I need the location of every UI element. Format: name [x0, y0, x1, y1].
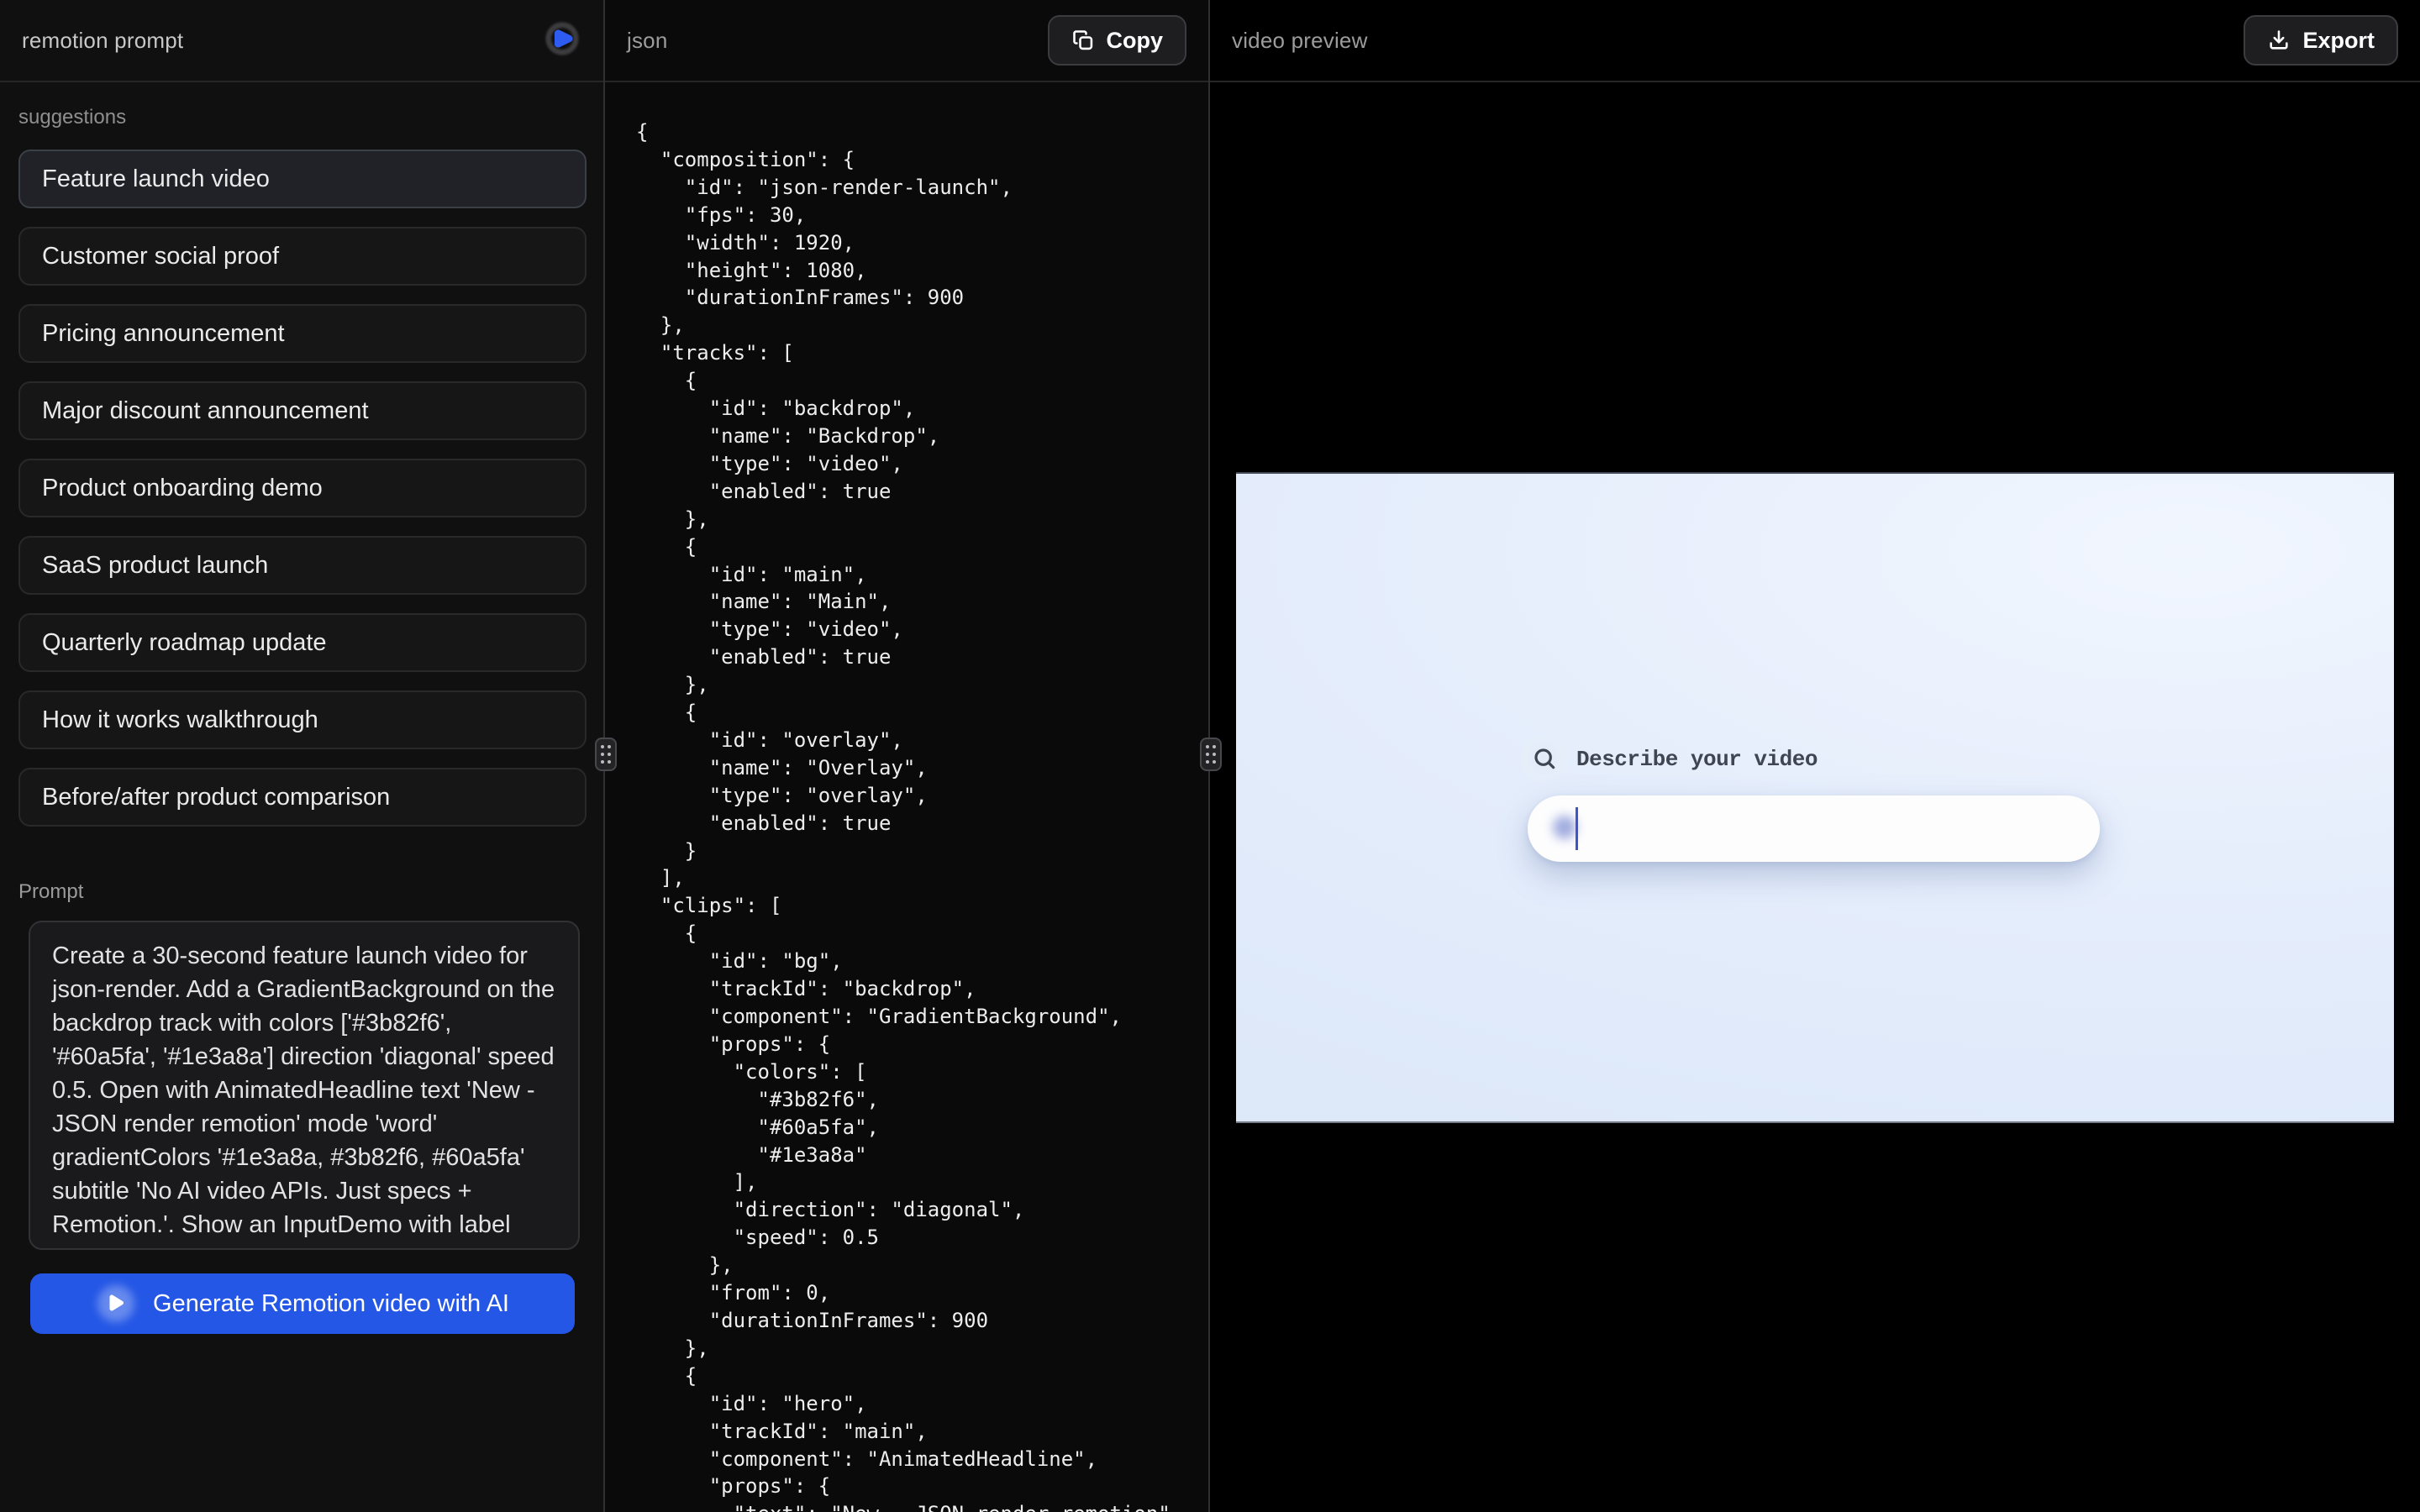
suggestion-item[interactable]: Product onboarding demo	[18, 459, 587, 517]
video-preview-panel: video preview Export	[1210, 0, 2420, 1512]
download-icon	[2267, 29, 2291, 52]
prompt-panel-title: remotion prompt	[22, 28, 183, 54]
export-button-label: Export	[2302, 28, 2375, 54]
grip-icon	[1206, 745, 1209, 748]
suggestions-list: Feature launch video Customer social proo…	[18, 150, 585, 827]
panel-resize-handle-right[interactable]	[1200, 738, 1222, 771]
prompt-label: Prompt	[18, 880, 585, 904]
video-preview-header: video preview Export	[1210, 0, 2420, 82]
panel-resize-handle-left[interactable]	[595, 738, 617, 771]
remotion-logo-icon	[543, 19, 581, 62]
suggestion-item[interactable]: Before/after product comparison	[18, 768, 587, 827]
copy-button-label: Copy	[1107, 28, 1164, 54]
json-code: { "composition": { "id": "json-render-la…	[605, 82, 1208, 1512]
copy-button[interactable]: Copy	[1048, 15, 1187, 66]
suggestion-item[interactable]: Pricing announcement	[18, 304, 587, 363]
video-frame: Describe your video	[1236, 472, 2394, 1123]
copy-icon	[1071, 29, 1095, 52]
prompt-input[interactable]: Create a 30-second feature launch video …	[29, 921, 580, 1250]
export-button[interactable]: Export	[2244, 15, 2398, 66]
play-icon	[96, 1284, 136, 1324]
prompt-panel-header: remotion prompt	[0, 0, 603, 82]
json-panel: json Copy { "composition": { "id": "json…	[605, 0, 1210, 1512]
video-preview-title: video preview	[1232, 28, 1368, 54]
app-window: remotion prompt suggestions Feature laun…	[0, 0, 2420, 1512]
video-input-label: Describe your video	[1576, 743, 1818, 776]
suggestion-item[interactable]: Major discount announcement	[18, 381, 587, 440]
video-input-pill	[1528, 795, 2100, 862]
json-panel-title: json	[627, 28, 668, 54]
search-icon	[1521, 735, 1568, 782]
generate-button[interactable]: Generate Remotion video with AI	[30, 1273, 575, 1334]
prompt-panel-body: suggestions Feature launch video Customer…	[0, 106, 603, 1334]
generate-button-label: Generate Remotion video with AI	[153, 1290, 509, 1318]
video-stage: Describe your video	[1210, 82, 2420, 1512]
suggestion-item[interactable]: Customer social proof	[18, 227, 587, 286]
suggestion-item[interactable]: SaaS product launch	[18, 536, 587, 595]
grip-icon	[601, 745, 604, 748]
suggestion-item[interactable]: How it works walkthrough	[18, 690, 587, 749]
cursor-glow-dot	[1553, 816, 1576, 839]
json-panel-header: json Copy	[605, 0, 1208, 82]
suggestions-label: suggestions	[18, 106, 585, 129]
suggestion-item[interactable]: Feature launch video	[18, 150, 587, 208]
suggestion-item[interactable]: Quarterly roadmap update	[18, 613, 587, 672]
prompt-panel: remotion prompt suggestions Feature laun…	[0, 0, 605, 1512]
text-caret	[1576, 807, 1578, 850]
